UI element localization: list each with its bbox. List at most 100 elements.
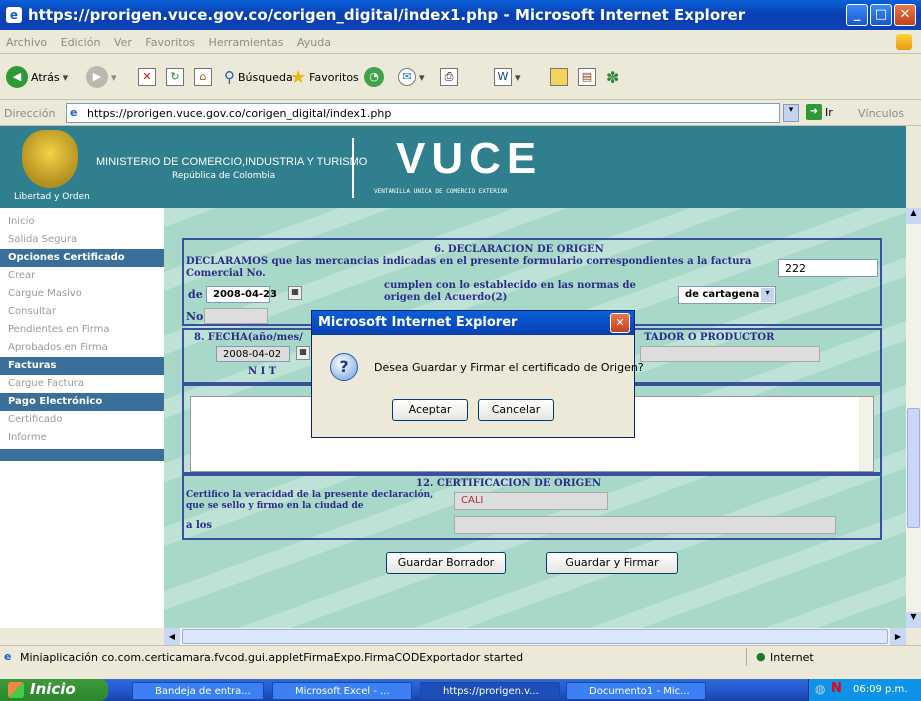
- menu-favoritos[interactable]: Favoritos: [139, 30, 199, 49]
- menu-bar: Archivo Edición Ver Favoritos Herramient…: [0, 30, 921, 54]
- nit-label: N I T: [248, 366, 277, 377]
- exportador-label: TADOR O PRODUCTOR: [644, 332, 775, 343]
- sidebar-item-consultar[interactable]: Consultar: [0, 303, 164, 321]
- scroll-left-icon[interactable]: ◀: [164, 628, 180, 645]
- dialog-title: Microsoft Internet Explorer: [312, 311, 634, 335]
- calendar-icon[interactable]: ▦: [296, 346, 310, 360]
- sidebar-item-cargue-factura[interactable]: Cargue Factura: [0, 375, 164, 393]
- status-bar: e Miniaplicación co.com.certicamara.fvco…: [0, 645, 921, 667]
- colombia-crest-icon: [22, 130, 78, 188]
- a-los-label: a los: [186, 520, 213, 531]
- sidebar-item-crear[interactable]: Crear: [0, 267, 164, 285]
- vuce-banner: Libertad y Orden MINISTERIO DE COMERCIO,…: [0, 126, 906, 208]
- dialog-close-button[interactable]: ✕: [610, 313, 630, 333]
- address-bar: Dirección e https://prorigen.vuce.gov.co…: [0, 100, 921, 126]
- banner-divider: [352, 138, 354, 198]
- home-button[interactable]: ⌂: [194, 66, 212, 88]
- menu-archivo[interactable]: Archivo: [0, 30, 51, 49]
- accept-button[interactable]: Aceptar: [392, 399, 468, 421]
- sidebar-item-aprobados[interactable]: Aprobados en Firma: [0, 339, 164, 357]
- folder-button[interactable]: [550, 66, 568, 88]
- minimize-button[interactable]: _: [846, 4, 868, 26]
- sidebar-item-informe[interactable]: Informe: [0, 429, 164, 447]
- folder-icon: [550, 68, 568, 86]
- home-icon: ⌂: [194, 68, 212, 86]
- no-input[interactable]: [204, 308, 268, 324]
- scroll-thumb[interactable]: [907, 408, 920, 528]
- save-sign-button[interactable]: Guardar y Firmar: [546, 552, 678, 574]
- back-button[interactable]: ◀ Atrás ▾: [6, 66, 68, 88]
- antivirus-icon: N: [831, 681, 842, 696]
- cancel-button[interactable]: Cancelar: [478, 399, 554, 421]
- refresh-button[interactable]: ↻: [166, 66, 184, 88]
- history-icon: ◔: [364, 67, 384, 87]
- sidebar-item-salida-segura[interactable]: Salida Segura: [0, 231, 164, 249]
- invoice-number-input[interactable]: 222: [778, 259, 878, 277]
- horizontal-scrollbar[interactable]: ◀ ▶: [164, 628, 906, 645]
- menu-edicion[interactable]: Edición: [55, 30, 105, 49]
- vertical-scrollbar[interactable]: ▲ ▼: [906, 208, 921, 628]
- task-ie[interactable]: https://prorigen.v...: [420, 682, 560, 700]
- acuerdo-select[interactable]: de cartagena ▾: [678, 286, 776, 304]
- chevron-down-icon: ▾: [761, 288, 774, 302]
- fecha-input[interactable]: 2008-04-02: [216, 346, 290, 362]
- maximize-button[interactable]: □: [870, 4, 892, 26]
- textarea-scrollbar[interactable]: [859, 397, 873, 471]
- mail-button[interactable]: ✉ ▾: [398, 66, 425, 88]
- scroll-down-icon[interactable]: ▼: [906, 612, 921, 628]
- task-word[interactable]: Documento1 - Mic...: [566, 682, 706, 700]
- sidebar-item-cargue-masivo[interactable]: Cargue Masivo: [0, 285, 164, 303]
- ministry-name: MINISTERIO DE COMERCIO,INDUSTRIA Y TURIS…: [96, 156, 368, 168]
- clock: 06:09 p.m.: [853, 684, 908, 695]
- calendar-icon[interactable]: ▦: [288, 286, 302, 300]
- messenger-button[interactable]: ✽: [606, 66, 619, 88]
- close-button[interactable]: ✕: [894, 4, 916, 26]
- sidebar-item-inicio[interactable]: Inicio: [0, 213, 164, 231]
- task-excel[interactable]: Microsoft Excel - ...: [272, 682, 412, 700]
- word-icon: W: [494, 68, 512, 86]
- scroll-thumb[interactable]: [182, 629, 888, 644]
- vuce-subtitle: VENTANILLA UNICA DE COMERCIO EXTERIOR: [374, 188, 508, 195]
- scroll-up-icon[interactable]: ▲: [906, 208, 921, 224]
- favorites-button[interactable]: ★ Favoritos: [290, 66, 359, 88]
- start-button[interactable]: Inicio: [0, 679, 108, 701]
- exportador-input[interactable]: [640, 346, 820, 362]
- sidebar-item-pendientes[interactable]: Pendientes en Firma: [0, 321, 164, 339]
- go-arrow-icon: ➜: [806, 104, 822, 120]
- page-icon: e: [70, 106, 78, 119]
- page-icon: e: [4, 650, 12, 663]
- scroll-right-icon[interactable]: ▶: [890, 628, 906, 645]
- search-button[interactable]: ⚲ Búsqueda: [224, 66, 293, 88]
- menu-herramientas[interactable]: Herramientas: [203, 30, 288, 49]
- sidebar: Inicio Salida Segura Opciones Certificad…: [0, 208, 164, 628]
- save-draft-button[interactable]: Guardar Borrador: [386, 552, 506, 574]
- decl-title: 6. DECLARACION DE ORIGEN: [434, 244, 604, 255]
- a-los-input[interactable]: [454, 516, 836, 534]
- go-button[interactable]: ➜ Ir: [806, 104, 833, 120]
- menu-ver[interactable]: Ver: [108, 30, 136, 49]
- research-icon: ▤: [578, 68, 596, 86]
- dialog-message: Desea Guardar y Firmar el certificado de…: [374, 361, 644, 374]
- title-bar: e https://prorigen.vuce.gov.co/corigen_d…: [0, 0, 921, 30]
- invoice-date-input[interactable]: 2008-04-23: [206, 286, 277, 303]
- address-input[interactable]: e https://prorigen.vuce.gov.co/corigen_d…: [66, 103, 780, 123]
- print-button[interactable]: ⎙: [440, 66, 458, 88]
- address-dropdown[interactable]: ▾: [783, 104, 799, 122]
- history-button[interactable]: ◔: [364, 66, 384, 88]
- taskbar: Inicio Bandeja de entra... Microsoft Exc…: [0, 679, 921, 701]
- stop-button[interactable]: ✕: [138, 66, 156, 88]
- certificacion-section: 12. CERTIFICACION DE ORIGEN Certifico la…: [182, 474, 882, 540]
- cert-text: Certifico la veracidad de la presente de…: [186, 490, 434, 511]
- city-input[interactable]: CALI: [454, 492, 608, 510]
- star-icon: ★: [290, 66, 307, 88]
- edit-button[interactable]: W ▾: [494, 66, 521, 88]
- sidebar-item-certificado[interactable]: Certificado: [0, 411, 164, 429]
- menu-ayuda[interactable]: Ayuda: [291, 30, 335, 49]
- links-label[interactable]: Vínculos: [858, 107, 904, 120]
- status-text: Miniaplicación co.com.certicamara.fvcod.…: [20, 651, 524, 664]
- window-bottom-edge: [0, 667, 921, 679]
- forward-button[interactable]: ▶ ▾: [86, 66, 117, 88]
- research-button[interactable]: ▤: [578, 66, 596, 88]
- task-outlook[interactable]: Bandeja de entra...: [132, 682, 264, 700]
- windows-flag-icon: [8, 682, 24, 698]
